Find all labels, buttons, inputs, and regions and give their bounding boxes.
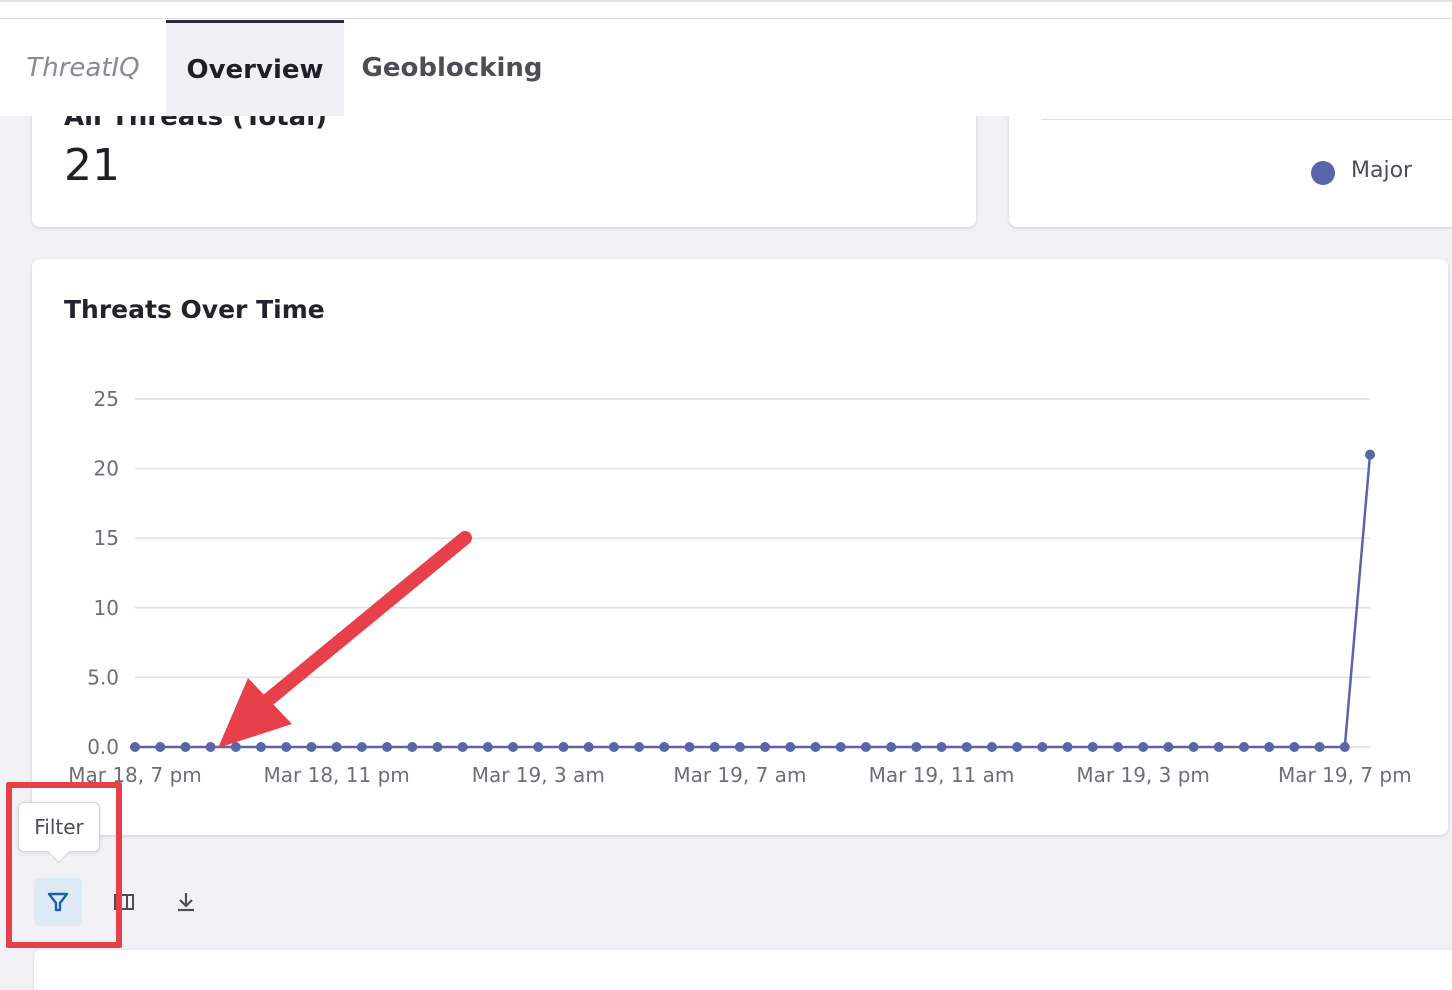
total-threats-value: 21 (64, 140, 120, 191)
data-point[interactable] (709, 742, 720, 752)
data-point[interactable] (734, 742, 745, 752)
data-point[interactable] (482, 742, 493, 752)
legend-major-swatch (1311, 161, 1335, 185)
data-point[interactable] (659, 742, 670, 752)
x-tick-label: Mar 19, 7 am (673, 763, 806, 787)
data-point[interactable] (785, 742, 796, 752)
data-point[interactable] (1314, 742, 1325, 752)
data-point[interactable] (1112, 742, 1123, 752)
data-point[interactable] (911, 742, 922, 752)
data-point[interactable] (886, 742, 897, 752)
data-point[interactable] (256, 742, 267, 752)
data-point[interactable] (155, 742, 166, 752)
data-point[interactable] (1138, 742, 1149, 752)
y-tick-label: 5.0 (87, 665, 119, 689)
data-point[interactable] (1264, 742, 1275, 752)
x-tick-label: Mar 18, 11 pm (264, 763, 410, 787)
annotation-highlight-box (6, 782, 122, 948)
x-tick-label: Mar 19, 3 pm (1076, 763, 1210, 787)
data-point[interactable] (1037, 742, 1048, 752)
y-tick-label: 10 (94, 596, 119, 620)
data-point[interactable] (1087, 742, 1098, 752)
threats-over-time-card: Threats Over Time 0.0 5.0 10 15 20 25 Mar 18, … (32, 259, 1448, 835)
tab-overview-visible[interactable]: Overview (166, 20, 344, 116)
data-point[interactable] (457, 742, 468, 752)
y-tick-label: 20 (94, 457, 119, 481)
data-point[interactable] (1339, 742, 1350, 752)
threats-table-card (34, 950, 1452, 990)
data-point[interactable] (986, 742, 997, 752)
topbar-overlay: ThreatIQ Overview Geoblocking (0, 0, 1452, 116)
data-point[interactable] (810, 742, 821, 752)
data-point[interactable] (331, 742, 342, 752)
x-tick-label: Mar 19, 11 am (869, 763, 1015, 787)
y-tick-label: 15 (94, 526, 119, 550)
tab-threatiq-visible[interactable]: ThreatIQ (0, 20, 166, 116)
data-point[interactable] (608, 742, 619, 752)
data-point[interactable] (558, 742, 569, 752)
data-point[interactable] (508, 742, 519, 752)
data-point[interactable] (281, 742, 292, 752)
data-point[interactable] (760, 742, 771, 752)
data-point[interactable] (130, 742, 140, 752)
data-point[interactable] (205, 742, 216, 752)
data-point[interactable] (306, 742, 317, 752)
series-line-major (135, 454, 1372, 749)
legend-divider (1041, 119, 1452, 120)
y-tick-label: 0.0 (87, 735, 119, 759)
data-point[interactable] (407, 742, 418, 752)
data-point[interactable] (961, 742, 972, 752)
data-point[interactable] (1062, 742, 1073, 752)
y-tick-label: 25 (94, 387, 119, 411)
data-point[interactable] (684, 742, 695, 752)
export-button[interactable] (168, 884, 204, 920)
tab-geoblocking-visible[interactable]: Geoblocking (344, 20, 560, 116)
data-point[interactable] (1163, 742, 1174, 752)
top-divider-overlay (0, 18, 1452, 19)
data-point[interactable] (432, 742, 443, 752)
data-point[interactable] (860, 742, 871, 752)
data-point[interactable] (1012, 742, 1023, 752)
data-point[interactable] (835, 742, 846, 752)
x-tick-label: Mar 19, 7 pm (1278, 763, 1412, 787)
x-tick-label: Mar 19, 3 am (472, 763, 605, 787)
data-point[interactable] (583, 742, 594, 752)
threats-line-chart: 0.05.010152025Mar 18, 7 pm Mar 18, 11 pm M… (68, 387, 1412, 787)
data-point[interactable] (1213, 742, 1224, 752)
data-point[interactable] (533, 742, 544, 752)
download-icon (178, 893, 194, 912)
data-point[interactable] (1188, 742, 1199, 752)
data-point[interactable] (230, 742, 241, 752)
data-point[interactable] (936, 742, 947, 752)
data-point[interactable] (1238, 742, 1249, 752)
data-point[interactable] (634, 742, 645, 752)
data-point[interactable] (1289, 742, 1300, 752)
data-point[interactable] (356, 742, 367, 752)
legend-major-label[interactable]: Major (1351, 158, 1412, 183)
data-point[interactable] (1365, 449, 1375, 460)
data-point[interactable] (382, 742, 393, 752)
data-point[interactable] (180, 742, 191, 752)
